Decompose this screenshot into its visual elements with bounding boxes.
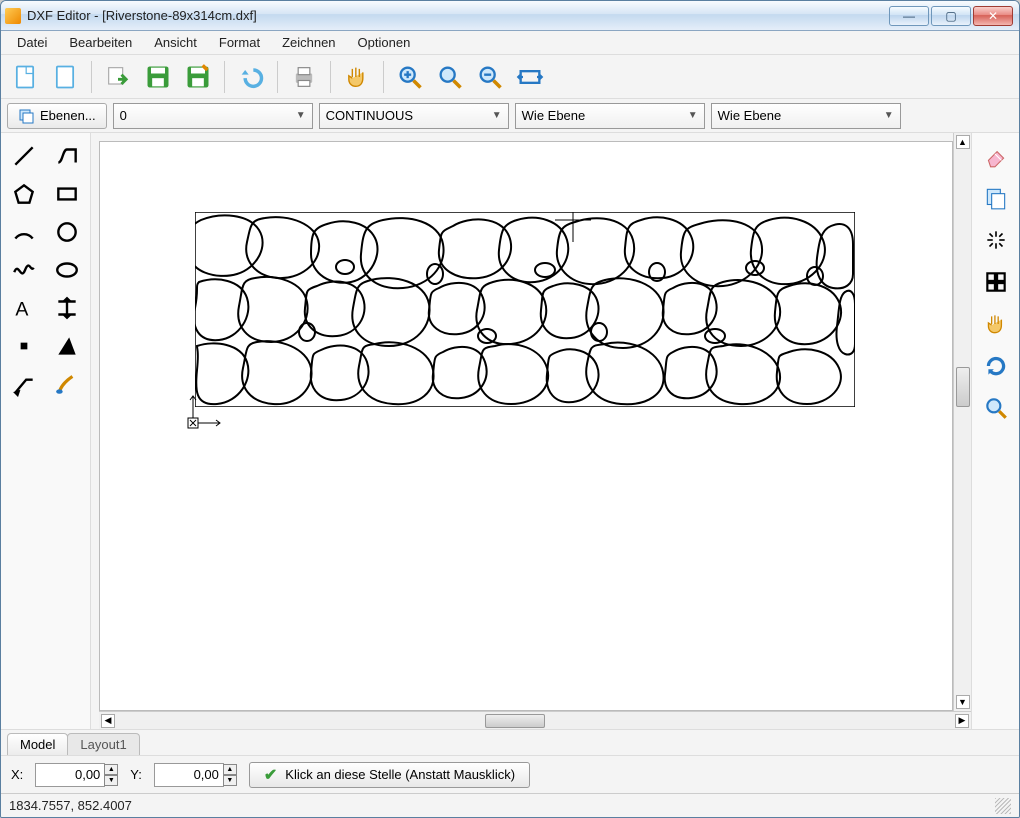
tool-rectangle[interactable] [48,177,86,211]
origin-marker [186,394,226,434]
tool-circle[interactable] [48,215,86,249]
open-button[interactable] [100,59,136,95]
explode-button[interactable] [979,223,1013,257]
vscroll-track[interactable] [956,149,970,695]
menu-datei[interactable]: Datei [7,33,57,52]
y-label: Y: [130,767,142,782]
menubar: Datei Bearbeiten Ansicht Format Zeichnen… [1,31,1019,55]
new-blank-button[interactable] [47,59,83,95]
close-button[interactable]: ✕ [973,6,1013,26]
menu-bearbeiten[interactable]: Bearbeiten [59,33,142,52]
zoom-fit-button[interactable] [512,59,548,95]
scroll-down-arrow[interactable]: ▼ [956,695,970,709]
tool-point[interactable] [5,329,43,363]
hscroll-thumb[interactable] [485,714,545,728]
zoom-button-r[interactable] [979,391,1013,425]
window-title: DXF Editor - [Riverstone-89x314cm.dxf] [27,8,257,23]
tool-palette-right [971,133,1019,729]
canvas-wrap: ▲ ▼ ◀ ▶ [91,133,971,729]
caret-icon: ▼ [296,110,306,121]
svg-text:A: A [15,299,28,321]
menu-format[interactable]: Format [209,33,270,52]
tool-dimension[interactable] [48,291,86,325]
tool-line[interactable] [5,139,43,173]
menu-optionen[interactable]: Optionen [348,33,421,52]
tool-polygon[interactable] [5,177,43,211]
resize-grip[interactable] [995,798,1011,814]
vscroll-thumb[interactable] [956,367,970,407]
color-dropdown[interactable]: Wie Ebene ▼ [515,103,705,129]
scroll-right-arrow[interactable]: ▶ [955,714,969,728]
status-coords: 1834.7557, 852.4007 [9,798,132,813]
save-button[interactable] [140,59,176,95]
coord-row: X: ▲▼ Y: ▲▼ ✔ Klick an diese Stelle (Ans… [1,755,1019,793]
hscroll-track[interactable] [119,714,951,728]
tool-polyline[interactable] [48,139,86,173]
tab-layout1[interactable]: Layout1 [67,733,139,755]
print-button[interactable] [286,59,322,95]
drawing-content [195,212,855,407]
layer-dropdown-value: 0 [120,108,127,123]
x-input[interactable] [35,763,105,787]
tool-brush[interactable] [48,367,86,401]
minimize-button[interactable]: — [889,6,929,26]
x-label: X: [11,767,23,782]
tool-leader[interactable] [5,367,43,401]
main-toolbar [1,55,1019,99]
y-spinner[interactable]: ▲▼ [223,764,237,786]
lineweight-dropdown-value: Wie Ebene [718,108,782,123]
horizontal-scrollbar[interactable]: ◀ ▶ [99,711,971,729]
grid-button[interactable] [979,265,1013,299]
x-spinner[interactable]: ▲▼ [104,764,118,786]
layers-button-label: Ebenen... [40,108,96,123]
menu-zeichnen[interactable]: Zeichnen [272,33,345,52]
scroll-up-arrow[interactable]: ▲ [956,135,970,149]
lineweight-dropdown[interactable]: Wie Ebene ▼ [711,103,901,129]
copy-button[interactable] [979,181,1013,215]
menu-ansicht[interactable]: Ansicht [144,33,207,52]
pan-button-2[interactable] [979,307,1013,341]
scroll-left-arrow[interactable]: ◀ [101,714,115,728]
zoom-in-button[interactable] [392,59,428,95]
tool-arc[interactable] [5,215,43,249]
tabs-row: Model Layout1 [1,729,1019,755]
save-as-button[interactable] [180,59,216,95]
layers-icon [18,108,34,124]
linetype-dropdown-value: CONTINUOUS [326,108,413,123]
y-input[interactable] [154,763,224,787]
eraser-button[interactable] [979,139,1013,173]
undo-button[interactable] [233,59,269,95]
zoom-out-button[interactable] [472,59,508,95]
tool-text[interactable]: A [5,291,43,325]
drawing-canvas[interactable] [99,141,953,711]
layers-button[interactable]: Ebenen... [7,103,107,129]
tool-palette-left: A [1,133,91,729]
click-here-button[interactable]: ✔ Klick an diese Stelle (Anstatt Mauskli… [249,762,530,788]
pan-button[interactable] [339,59,375,95]
vertical-scrollbar[interactable]: ▲ ▼ [953,133,971,711]
maximize-button[interactable]: ▢ [931,6,971,26]
app-window: DXF Editor - [Riverstone-89x314cm.dxf] —… [0,0,1020,818]
zoom-extents-button[interactable] [432,59,468,95]
tool-ellipse[interactable] [48,253,86,287]
refresh-button[interactable] [979,349,1013,383]
stage: A [1,133,1019,729]
tool-spline[interactable] [5,253,43,287]
color-dropdown-value: Wie Ebene [522,108,586,123]
caret-icon: ▼ [884,110,894,121]
layer-dropdown[interactable]: 0▼ [113,103,313,129]
linetype-dropdown[interactable]: CONTINUOUS ▼ [319,103,509,129]
caret-icon: ▼ [492,110,502,121]
check-icon: ✔ [264,765,277,785]
tool-solid[interactable] [48,329,86,363]
status-bar: 1834.7557, 852.4007 [1,793,1019,817]
app-icon [5,8,21,24]
property-bar: Ebenen... 0▼ CONTINUOUS▼ Wie Ebene▼ Wie … [1,99,1019,133]
click-here-label: Klick an diese Stelle (Anstatt Mausklick… [285,767,515,782]
new-file-button[interactable] [7,59,43,95]
caret-icon: ▼ [688,110,698,121]
titlebar: DXF Editor - [Riverstone-89x314cm.dxf] —… [1,1,1019,31]
tab-model[interactable]: Model [7,733,68,755]
